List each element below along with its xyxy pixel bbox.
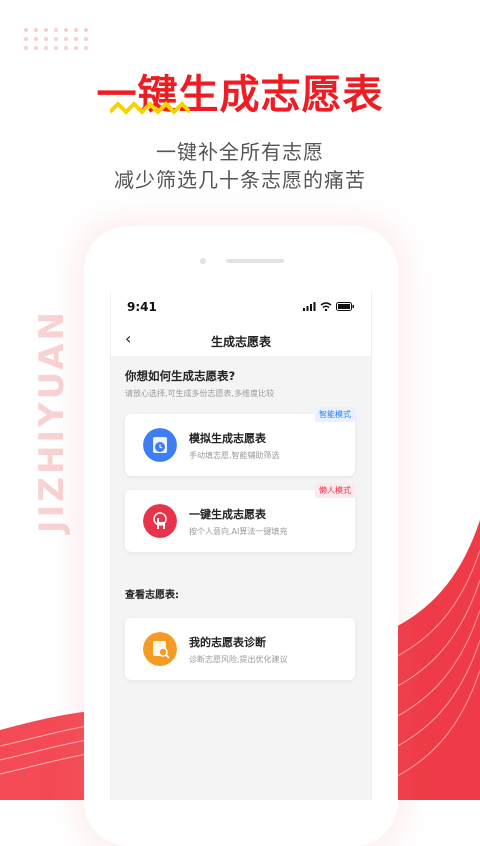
vertical-watermark: JIZHIYUAN	[32, 308, 73, 533]
status-time: 9:41	[127, 300, 157, 314]
card-simulate[interactable]: 智能模式 模拟生成志愿表 手动填志愿,智能辅助筛选	[125, 407, 355, 476]
phone-screen: 9:41 ‹ 生成志愿表 你想如何生成志愿表? 请放心选择,可生成多份志愿表,多…	[110, 292, 372, 800]
tap-icon	[143, 504, 177, 538]
status-bar: 9:41	[111, 292, 371, 324]
card-diagnose[interactable]: 我的志愿表诊断 诊断志愿风险,提出优化建议	[125, 618, 355, 680]
card-title: 模拟生成志愿表	[189, 432, 266, 445]
page-title: 生成志愿表	[210, 335, 271, 349]
question-hint: 请放心选择,可生成多份志愿表,多维度比较	[125, 389, 275, 398]
zigzag-underline	[110, 101, 190, 115]
card-title: 一键生成志愿表	[189, 508, 266, 521]
question-heading: 你想如何生成志愿表?	[125, 369, 236, 383]
card-desc: 诊断志愿风险,提出优化建议	[189, 655, 288, 664]
phone-camera	[200, 258, 206, 264]
wifi-icon	[320, 302, 332, 311]
card-desc: 手动填志愿,智能辅助筛选	[189, 451, 280, 460]
subline-1: 一键补全所有志愿	[156, 140, 324, 164]
nav-bar: ‹ 生成志愿表	[111, 324, 371, 356]
badge-smart-mode: 智能模式	[315, 407, 355, 422]
badge-lazy-mode: 懒人模式	[315, 483, 355, 498]
subline-2: 减少筛选几十条志愿的痛苦	[114, 168, 366, 192]
phone-speaker	[226, 259, 284, 263]
wave-right	[390, 520, 480, 800]
card-one-click[interactable]: 懒人模式 一键生成志愿表 按个人意向,AI算法一键填充	[125, 483, 355, 552]
battery-icon	[336, 302, 354, 311]
clock-icon	[143, 428, 177, 462]
signal-icon	[303, 302, 316, 311]
dot-pattern	[24, 28, 88, 50]
section-heading-view: 查看志愿表:	[125, 590, 179, 601]
card-title: 我的志愿表诊断	[189, 636, 266, 649]
headline: 一键生成志愿表	[96, 72, 384, 118]
card-desc: 按个人意向,AI算法一键填充	[189, 527, 288, 536]
search-doc-icon	[143, 632, 177, 666]
